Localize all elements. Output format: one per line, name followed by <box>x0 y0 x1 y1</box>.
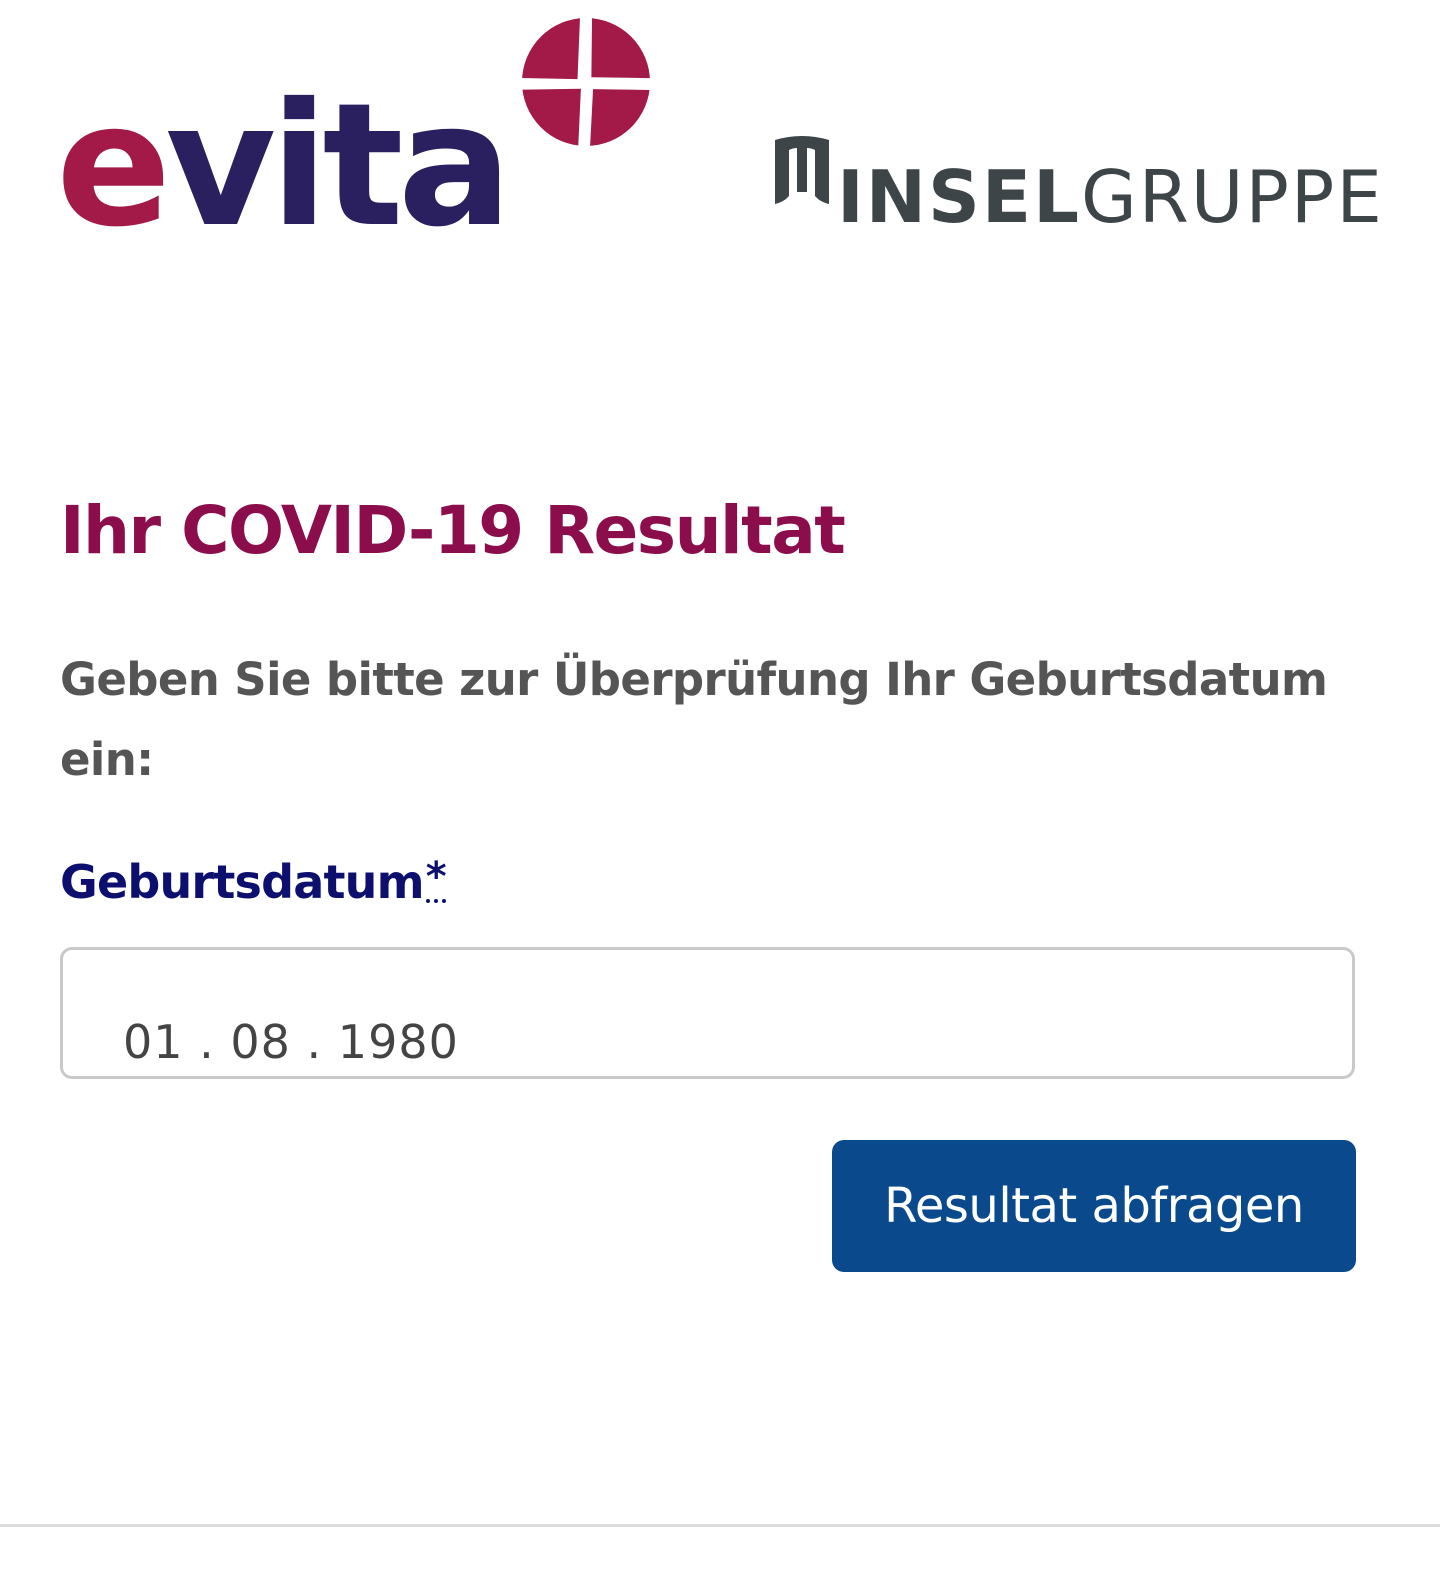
page-header: evita INSELGRUPPE <box>0 0 1440 260</box>
svg-text:evita: evita <box>56 67 506 240</box>
birthdate-input[interactable] <box>60 947 1355 1079</box>
footer-divider <box>0 1524 1440 1527</box>
insel-pillar-logo-icon <box>775 136 829 204</box>
query-result-button[interactable]: Resultat abfragen <box>832 1140 1356 1272</box>
instruction-text: Geben Sie bitte zur Überprüfung Ihr Gebu… <box>60 653 1328 786</box>
birthdate-label: Geburtsdatum* <box>60 855 447 909</box>
page-title: Ihr COVID-19 Resultat <box>60 492 846 569</box>
inselgruppe-logo: INSELGRUPPE <box>775 136 1384 239</box>
cross-circle-logo-icon <box>514 10 658 154</box>
required-marker: * <box>425 855 447 903</box>
evita-logo: evita <box>56 10 658 240</box>
birthdate-label-text: Geburtsdatum <box>60 855 425 909</box>
svg-text:INSELGRUPPE: INSELGRUPPE <box>837 155 1384 239</box>
